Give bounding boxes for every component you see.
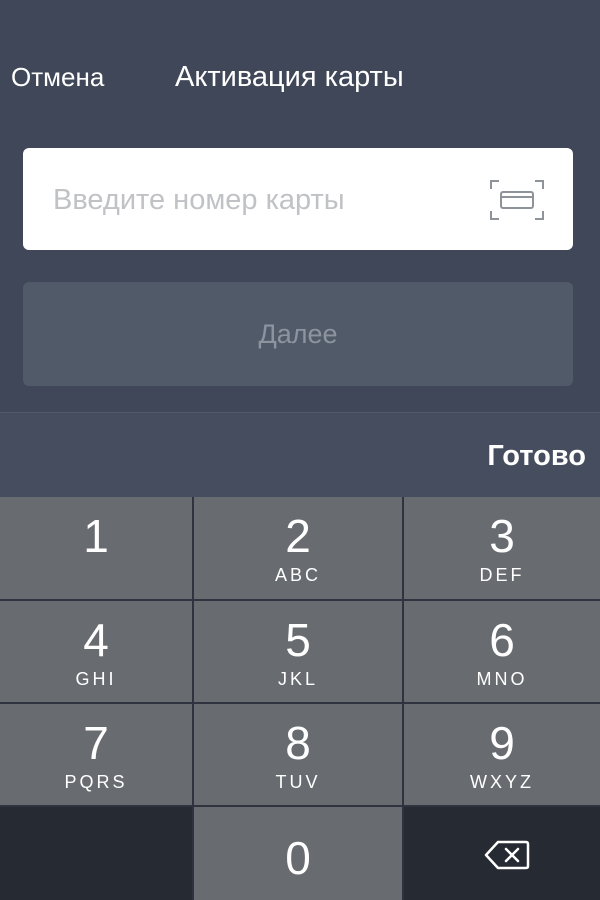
key-letters: GHI (75, 669, 117, 689)
key-letters: TUV (275, 772, 321, 792)
key-5[interactable]: 5 JKL (194, 601, 402, 702)
key-digit: 2 (285, 510, 311, 562)
key-letters: DEF (479, 565, 525, 585)
key-letters: WXYZ (470, 772, 534, 792)
key-2[interactable]: 2 ABC (194, 497, 402, 599)
key-digit: 6 (489, 614, 515, 666)
numeric-keypad: 1 2 ABC 3 DEF 4 GHI 5 JKL 6 MNO 7 PQRS 8… (0, 497, 600, 900)
key-6[interactable]: 6 MNO (404, 601, 600, 702)
key-digit: 9 (489, 717, 515, 769)
page-title: Активация карты (175, 61, 404, 93)
key-letters: PQRS (64, 772, 128, 792)
key-digit: 4 (83, 614, 109, 666)
key-digit: 0 (285, 832, 311, 884)
key-4[interactable]: 4 GHI (0, 601, 192, 702)
done-button[interactable]: Готово (487, 440, 586, 473)
key-9[interactable]: 9 WXYZ (404, 704, 600, 805)
cancel-button[interactable]: Отмена (11, 60, 104, 94)
card-number-field[interactable] (23, 148, 573, 252)
key-3[interactable]: 3 DEF (404, 497, 600, 599)
key-digit: 3 (489, 510, 515, 562)
next-button[interactable]: Далее (23, 282, 573, 386)
backspace-icon (484, 840, 530, 870)
key-digit: 8 (285, 717, 311, 769)
keyboard-toolbar: Готово (0, 412, 600, 497)
key-letters: JKL (277, 669, 319, 689)
key-1[interactable]: 1 (0, 497, 192, 599)
card-number-input[interactable] (51, 148, 475, 252)
key-8[interactable]: 8 TUV (194, 704, 402, 805)
key-0[interactable]: 0 (194, 807, 402, 900)
key-digit: 5 (285, 614, 311, 666)
key-digit: 1 (83, 510, 109, 562)
blank-key (0, 807, 192, 900)
key-digit: 7 (83, 717, 109, 769)
navigation-bar: Отмена Активация карты (0, 0, 600, 130)
key-letters: ABC (274, 565, 321, 585)
key-7[interactable]: 7 PQRS (0, 704, 192, 805)
delete-key[interactable] (404, 807, 600, 900)
card-scan-icon[interactable] (490, 180, 544, 220)
key-letters: MNO (476, 669, 528, 689)
